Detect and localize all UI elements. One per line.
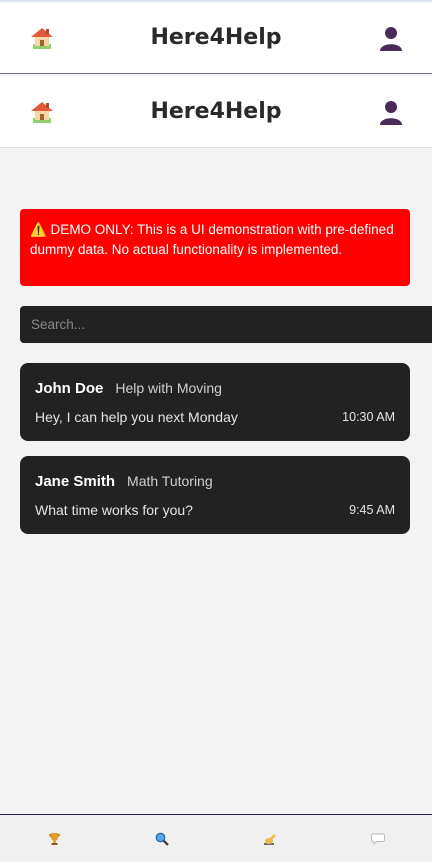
chat-topic: Math Tutoring <box>127 473 213 489</box>
user-profile-icon[interactable] <box>378 99 404 125</box>
nav-post-button[interactable] <box>258 827 282 851</box>
nav-leaderboard-button[interactable] <box>42 827 66 851</box>
demo-alert-banner: ⚠️ DEMO ONLY: This is a UI demonstration… <box>20 209 410 286</box>
chat-timestamp: 10:30 AM <box>342 410 395 424</box>
nav-search-button[interactable] <box>150 827 174 851</box>
writing-hand-icon <box>263 833 276 845</box>
search-input[interactable] <box>20 306 432 343</box>
chat-topic: Help with Moving <box>115 380 222 396</box>
bottom-navigation <box>0 814 432 862</box>
search-icon <box>155 832 169 846</box>
chat-timestamp: 9:45 AM <box>349 503 395 517</box>
user-profile-icon[interactable] <box>378 25 404 51</box>
home-icon[interactable] <box>28 98 56 126</box>
chat-sender-name: John Doe <box>35 380 104 397</box>
chat-list-item[interactable]: John Doe Help with Moving Hey, I can hel… <box>20 363 410 441</box>
top-app-bar: Here4Help <box>0 0 432 74</box>
chat-list-item[interactable]: Jane Smith Math Tutoring What time works… <box>20 456 410 534</box>
app-title: Here4Help <box>150 99 282 124</box>
nav-messages-button[interactable] <box>366 827 390 851</box>
app-title: Here4Help <box>150 25 282 50</box>
home-icon[interactable] <box>28 24 56 52</box>
alert-text: ⚠️ DEMO ONLY: This is a UI demonstration… <box>30 222 394 257</box>
chat-last-message: What time works for you? <box>35 502 193 518</box>
chat-last-message: Hey, I can help you next Monday <box>35 409 238 425</box>
chat-sender-name: Jane Smith <box>35 473 116 490</box>
trophy-icon <box>48 833 60 845</box>
chat-bubble-icon <box>371 833 385 845</box>
secondary-app-bar: Here4Help <box>0 76 432 148</box>
